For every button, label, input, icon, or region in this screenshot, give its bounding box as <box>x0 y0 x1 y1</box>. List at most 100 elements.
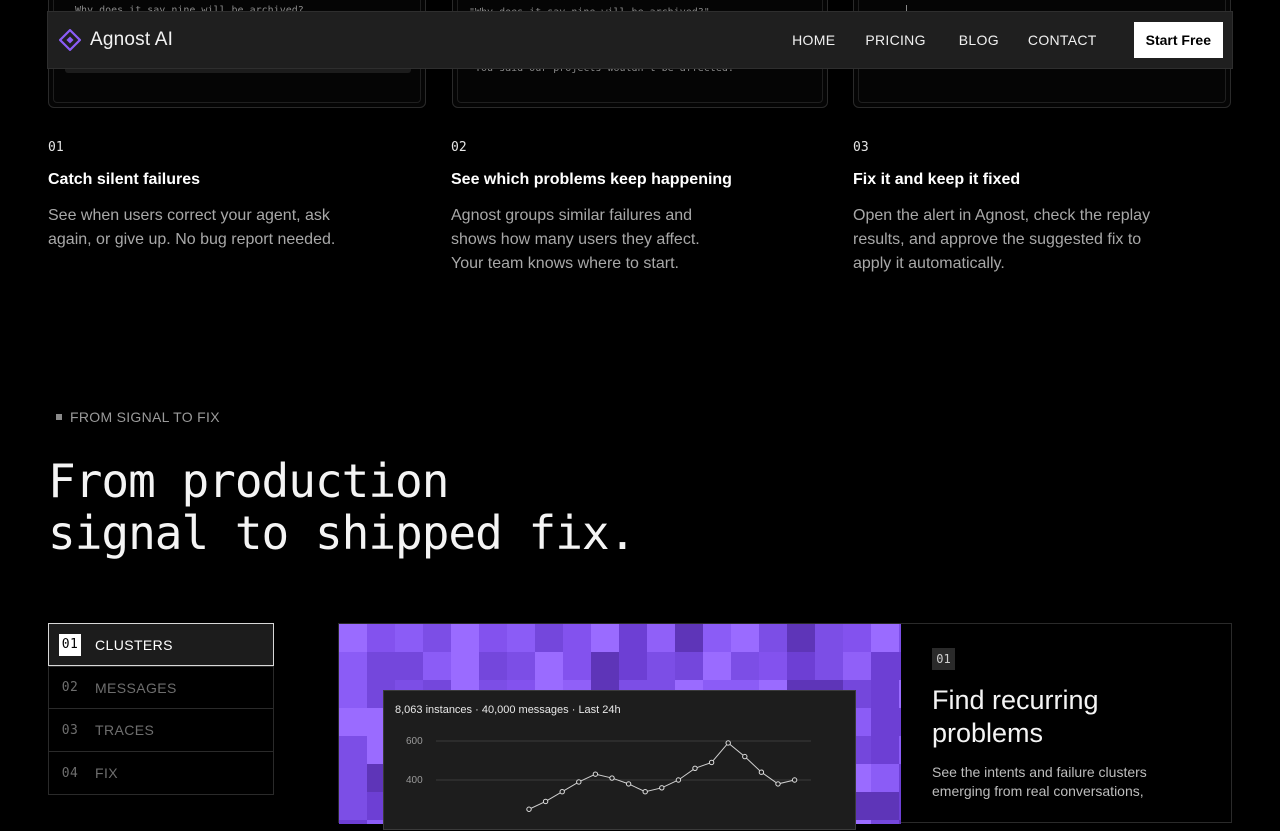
pixel-cell <box>815 652 843 680</box>
pixel-cell <box>843 624 871 652</box>
data-point <box>775 781 781 787</box>
feature-title: Fix it and keep it fixed <box>853 171 1021 188</box>
data-point <box>692 765 698 772</box>
pixel-cell <box>787 652 815 680</box>
feature-description: See when users correct your agent, ask a… <box>48 207 336 248</box>
data-point <box>576 779 582 785</box>
pixel-cell <box>759 624 787 652</box>
data-point <box>758 769 765 775</box>
pixel-cell <box>703 652 731 680</box>
pixel-cell <box>703 624 731 652</box>
tab-messages[interactable]: 02 MESSAGES <box>48 666 274 709</box>
pixel-cell <box>339 680 367 708</box>
headline-line-1: From production <box>48 454 449 508</box>
pixel-cell <box>871 680 899 708</box>
section-eyebrow: FROM SIGNAL TO FIX <box>56 409 220 425</box>
pixel-cell <box>395 652 423 680</box>
pixel-cell <box>591 624 619 652</box>
start-free-button[interactable]: Start Free <box>1133 22 1223 58</box>
pixel-cell <box>535 652 563 680</box>
pixel-cell <box>339 652 367 680</box>
chart-card: 8,063 instances · 40,000 messages · Last… <box>383 690 856 830</box>
data-point <box>742 753 748 760</box>
data-point <box>625 781 632 787</box>
pixel-cell <box>647 624 675 652</box>
y-tick-label: 400 <box>406 775 423 786</box>
pixel-cell <box>871 792 899 820</box>
pixel-cell <box>675 624 703 652</box>
pixel-cell <box>367 652 395 680</box>
pixel-cell <box>871 652 899 680</box>
data-point <box>642 789 648 795</box>
showcase-title: Find recurring problems <box>932 685 1099 748</box>
square-bullet-icon <box>56 414 62 420</box>
nav-links: HOME PRICING BLOG CONTACT Start Free <box>792 22 1223 58</box>
tab-number: 03 <box>61 722 79 738</box>
feature-title: Catch silent failures <box>48 171 201 188</box>
pixel-cell <box>871 624 899 652</box>
pixel-cell <box>871 708 899 736</box>
showcase-description: See the intents and failure clusters eme… <box>932 764 1147 799</box>
pixel-cell <box>339 764 367 792</box>
eyebrow-text: FROM SIGNAL TO FIX <box>70 409 220 425</box>
nav-link-pricing[interactable]: PRICING <box>865 32 925 48</box>
pixel-cell <box>367 624 395 652</box>
pixel-cell <box>759 652 787 680</box>
pixel-cell <box>591 652 619 680</box>
feature-description: Agnost groups similar failures and shows… <box>451 207 700 272</box>
data-point <box>725 740 731 746</box>
pixel-cell <box>339 792 367 820</box>
pixel-cell <box>339 736 367 764</box>
data-point <box>791 777 798 783</box>
pixel-cell <box>871 820 899 824</box>
nav-link-home[interactable]: HOME <box>792 32 835 48</box>
tab-number: 01 <box>59 633 81 656</box>
brand-name: Agnost AI <box>90 29 174 50</box>
pixel-cell <box>451 652 479 680</box>
pixel-cell <box>871 736 899 764</box>
data-point <box>609 775 615 781</box>
pixel-cell <box>815 624 843 652</box>
pixel-cell <box>423 624 451 652</box>
data-point <box>659 785 665 791</box>
nav-link-blog[interactable]: BLOG <box>959 32 999 48</box>
pixel-cell <box>675 652 703 680</box>
pixel-cell <box>451 624 479 652</box>
pixel-cell <box>479 652 507 680</box>
feature-1: 01 Catch silent failures See when users … <box>48 140 428 252</box>
pixel-cell <box>479 624 507 652</box>
feature-title: See which problems keep happening <box>451 171 732 188</box>
diamond-logo-icon <box>59 29 81 51</box>
tab-number: 04 <box>61 765 79 781</box>
pixel-cell <box>731 652 759 680</box>
tab-label: CLUSTERS <box>95 636 173 653</box>
feature-tabs: 01 CLUSTERS 02 MESSAGES 03 TRACES 04 FIX <box>48 623 274 795</box>
pixel-cell <box>647 652 675 680</box>
feature-showcase: 8,063 instances · 40,000 messages · Last… <box>338 623 1232 830</box>
pixel-cell <box>787 624 815 652</box>
tab-number: 02 <box>61 680 79 695</box>
tab-clusters[interactable]: 01 CLUSTERS <box>48 623 274 666</box>
feature-3: 03 Fix it and keep it fixed Open the ale… <box>853 140 1233 276</box>
tab-fix[interactable]: 04 FIX <box>48 752 274 795</box>
pixel-cell <box>339 820 367 824</box>
series-line <box>528 742 795 810</box>
brand-logo[interactable]: Agnost AI <box>59 29 173 51</box>
tab-label: MESSAGES <box>95 679 177 696</box>
data-point <box>592 771 599 777</box>
feature-number: 03 <box>853 140 869 155</box>
showcase-badge: 01 <box>932 648 955 670</box>
pixel-cell <box>339 624 367 652</box>
data-point <box>526 806 532 812</box>
feature-number: 01 <box>48 140 64 155</box>
headline-line-2: signal to shipped fix. <box>48 506 636 560</box>
tab-label: FIX <box>95 765 118 781</box>
data-point <box>708 759 715 766</box>
data-point <box>675 777 682 783</box>
pixel-cell <box>507 624 535 652</box>
pixel-cell <box>507 652 535 680</box>
pixel-cell <box>563 624 591 652</box>
nav-link-contact[interactable]: CONTACT <box>1028 32 1097 48</box>
tab-traces[interactable]: 03 TRACES <box>48 709 274 752</box>
pixel-cell <box>619 652 647 680</box>
